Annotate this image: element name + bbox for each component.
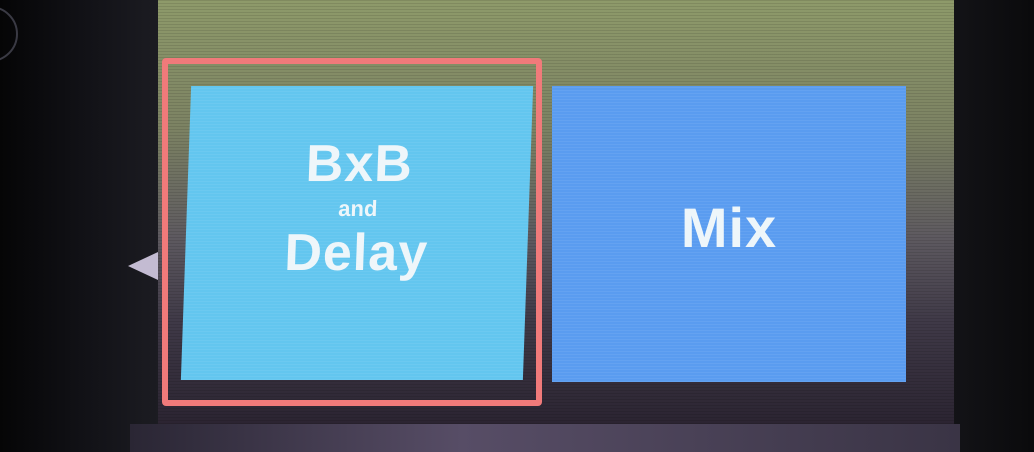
bxb-delay-tile[interactable]: BxB and Delay: [180, 86, 534, 380]
bxb-delay-label: BxB and Delay: [184, 134, 531, 284]
device-display: BxB and Delay Mix: [0, 0, 1034, 452]
mix-label: Mix: [680, 196, 778, 259]
mix-label-wrap: Mix: [552, 196, 906, 260]
bxb-delay-label-line3: Delay: [283, 224, 430, 282]
right-bezel: [944, 0, 1034, 452]
bxb-delay-label-line1: BxB: [304, 135, 414, 193]
pointer-triangle-icon: [128, 252, 158, 280]
screen-bottom-edge: [130, 424, 960, 452]
mix-tile[interactable]: Mix: [552, 86, 906, 382]
left-bezel: [0, 0, 160, 452]
bxb-delay-label-line2: and: [337, 196, 378, 221]
